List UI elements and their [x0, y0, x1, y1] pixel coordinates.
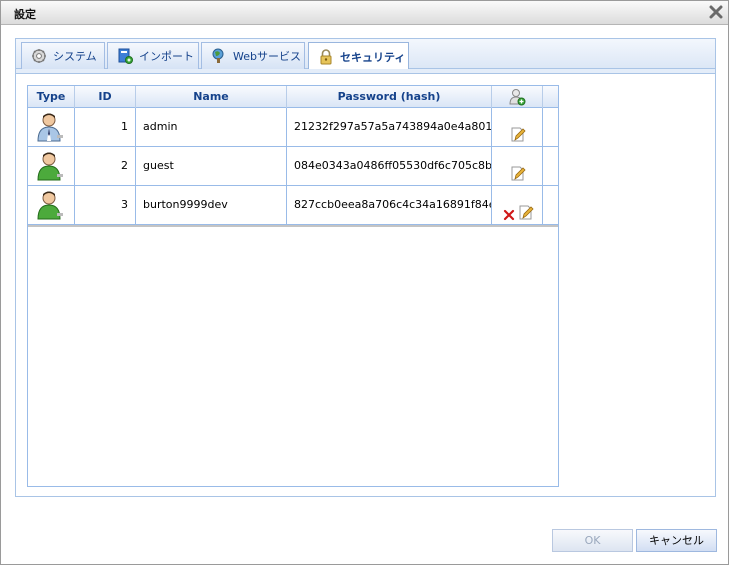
column-header-password[interactable]: Password (hash): [287, 86, 492, 108]
type-cell: [28, 147, 75, 185]
actions-cell: [492, 147, 543, 185]
cancel-button[interactable]: キャンセル: [636, 529, 717, 552]
edit-icon[interactable]: [511, 120, 526, 142]
name-cell: burton9999dev: [136, 186, 287, 224]
column-header-name[interactable]: Name: [136, 86, 287, 108]
close-icon[interactable]: [709, 5, 723, 19]
gear-icon: [31, 48, 47, 64]
tab-security-label: セキュリティ: [340, 50, 406, 64]
actions-cell: [492, 186, 543, 224]
tab-import[interactable]: インポート: [107, 42, 199, 69]
users-grid: Type ID Name Password (hash) 1 admin 212…: [27, 85, 559, 487]
grid-header: Type ID Name Password (hash): [28, 86, 558, 108]
tab-web-service-label: Webサービス: [233, 50, 301, 63]
actions-cell: [492, 108, 543, 146]
id-cell: 3: [75, 186, 136, 224]
name-cell: admin: [136, 108, 287, 146]
password-hash-cell: 084e0343a0486ff05530df6c705c8bb4: [287, 147, 492, 185]
admin-user-icon: [37, 113, 63, 142]
title-bar: 設定: [1, 1, 728, 25]
tab-strip: システム インポート Webサービス セキュリティ: [16, 39, 715, 70]
column-header-type[interactable]: Type: [28, 86, 75, 108]
delete-icon[interactable]: [503, 199, 515, 221]
id-cell: 1: [75, 108, 136, 146]
password-hash-cell: 21232f297a57a5a743894a0e4a801fc3: [287, 108, 492, 146]
lock-icon: [318, 48, 334, 65]
ok-button[interactable]: OK: [552, 529, 633, 552]
user-icon: [37, 152, 63, 181]
table-row[interactable]: 3 burton9999dev 827ccb0eea8a706c4c34a168…: [28, 186, 558, 225]
import-icon: [117, 48, 133, 64]
id-cell: 2: [75, 147, 136, 185]
type-cell: [28, 108, 75, 146]
settings-dialog: 設定 システム インポート Webサービス セキュリティ Type ID Nam…: [0, 0, 729, 565]
web-service-icon: [211, 48, 227, 64]
edit-icon[interactable]: [511, 159, 526, 181]
tab-system[interactable]: システム: [21, 42, 105, 69]
edit-icon[interactable]: [519, 198, 534, 220]
dialog-title: 設定: [14, 8, 36, 21]
type-cell: [28, 186, 75, 224]
tab-panel: システム インポート Webサービス セキュリティ Type ID Name P…: [15, 38, 716, 497]
add-user-icon: [509, 89, 526, 106]
tab-strip-bottom: [16, 69, 715, 74]
tab-web-service[interactable]: Webサービス: [201, 42, 305, 69]
table-row[interactable]: 1 admin 21232f297a57a5a743894a0e4a801fc3: [28, 108, 558, 147]
password-hash-cell: 827ccb0eea8a706c4c34a16891f84e7b: [287, 186, 492, 224]
tab-security[interactable]: セキュリティ: [308, 42, 409, 70]
add-user-button[interactable]: [492, 86, 543, 108]
column-header-id[interactable]: ID: [75, 86, 136, 108]
name-cell: guest: [136, 147, 287, 185]
user-icon: [37, 191, 63, 220]
tab-system-label: システム: [53, 50, 97, 63]
tab-import-label: インポート: [139, 50, 194, 63]
grid-separator: [28, 225, 558, 227]
table-row[interactable]: 2 guest 084e0343a0486ff05530df6c705c8bb4: [28, 147, 558, 186]
